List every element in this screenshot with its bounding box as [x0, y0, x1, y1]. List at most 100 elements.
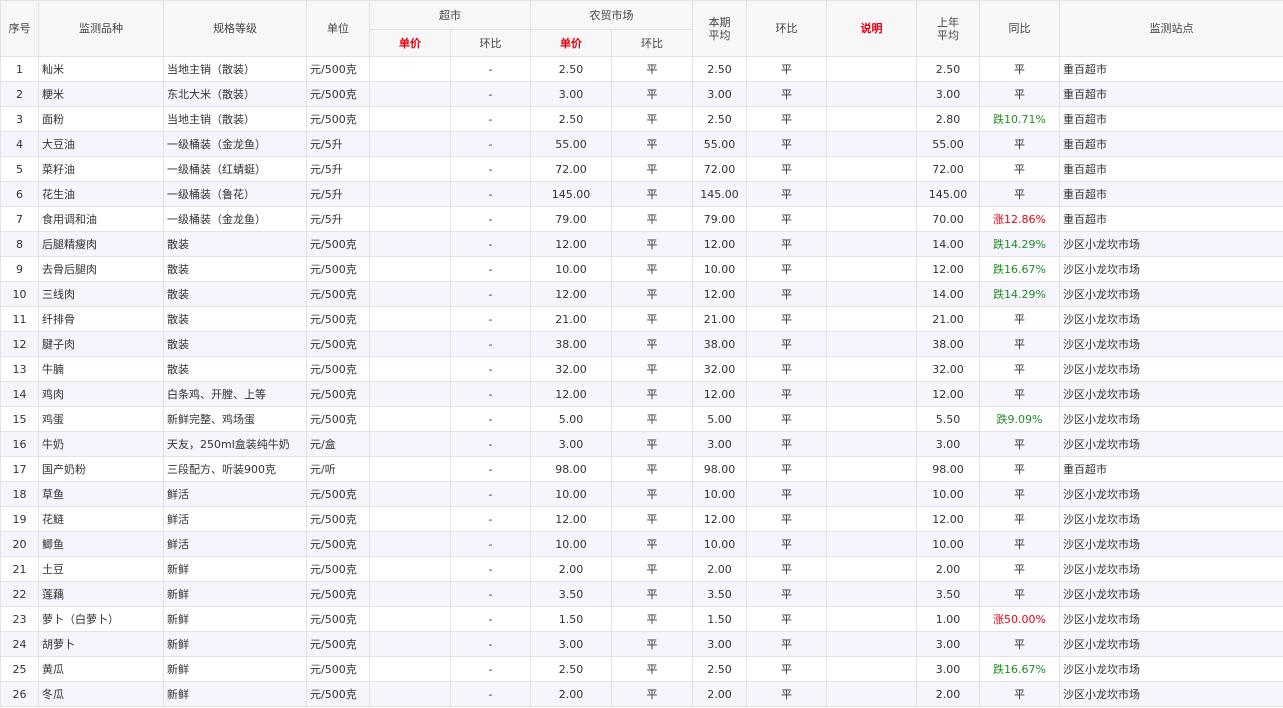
cell-last: 3.00	[916, 431, 980, 457]
cell-sm-price	[369, 331, 451, 357]
cell-yoy: 平	[979, 306, 1060, 332]
cell-spec: 新鲜	[163, 631, 307, 657]
cell-no: 3	[0, 106, 39, 132]
cell-station: 重百超市	[1059, 456, 1283, 482]
cell-sm-price	[369, 156, 451, 182]
cell-fm-price: 79.00	[530, 206, 612, 232]
cell-avg: 12.00	[692, 381, 747, 407]
cell-fm-price: 98.00	[530, 456, 612, 482]
cell-note	[826, 456, 917, 482]
cell-last: 3.00	[916, 631, 980, 657]
cell-no: 9	[0, 256, 39, 282]
cell-fm-mom: 平	[611, 356, 693, 382]
cell-avg-mom: 平	[746, 681, 827, 707]
cell-avg: 2.50	[692, 56, 747, 82]
cell-avg-mom: 平	[746, 381, 827, 407]
cell-unit: 元/500克	[306, 581, 370, 607]
cell-spec: 散装	[163, 281, 307, 307]
cell-no: 11	[0, 306, 39, 332]
cell-note	[826, 506, 917, 532]
cell-note	[826, 681, 917, 707]
cell-avg: 3.00	[692, 431, 747, 457]
cell-fm-price: 12.00	[530, 281, 612, 307]
cell-yoy: 平	[979, 156, 1060, 182]
cell-no: 21	[0, 556, 39, 582]
cell-no: 7	[0, 206, 39, 232]
cell-fm-mom: 平	[611, 581, 693, 607]
cell-station: 沙区小龙坎市场	[1059, 281, 1283, 307]
cell-yoy: 跌14.29%	[979, 231, 1060, 257]
cell-item: 后腿精瘦肉	[38, 231, 164, 257]
cell-item: 胡萝卜	[38, 631, 164, 657]
cell-fm-mom: 平	[611, 556, 693, 582]
cell-unit: 元/500克	[306, 506, 370, 532]
cell-yoy: 平	[979, 631, 1060, 657]
cell-no: 8	[0, 231, 39, 257]
cell-sm-price	[369, 206, 451, 232]
cell-last: 12.00	[916, 256, 980, 282]
cell-note	[826, 256, 917, 282]
cell-spec: 鲜活	[163, 531, 307, 557]
cell-fm-price: 10.00	[530, 531, 612, 557]
cell-station: 重百超市	[1059, 56, 1283, 82]
cell-fm-mom: 平	[611, 156, 693, 182]
cell-sm-price	[369, 131, 451, 157]
cell-spec: 白条鸡、开膛、上等	[163, 381, 307, 407]
cell-avg-mom: 平	[746, 56, 827, 82]
table-row: 9 去骨后腿肉 散装 元/500克 -10.00 平 10.00 平 12.00 跌16.67% 沙…	[0, 256, 1283, 282]
cell-no: 1	[0, 56, 39, 82]
table-row: 7 食用调和油 一级桶装（金龙鱼） 元/5升 -79.00 平 79.00 平 70.00 涨12…	[0, 206, 1283, 232]
cell-no: 10	[0, 281, 39, 307]
cell-unit: 元/500克	[306, 281, 370, 307]
cell-sm-mom: -	[450, 356, 531, 382]
cell-note	[826, 56, 917, 82]
cell-no: 22	[0, 581, 39, 607]
cell-item: 菜籽油	[38, 156, 164, 182]
cell-station: 沙区小龙坎市场	[1059, 306, 1283, 332]
table-row: 16 牛奶 天友，250ml盒装纯牛奶 元/盒 -3.00 平 3.00 平 3.00 平沙区小龙…	[0, 431, 1283, 457]
cell-yoy: 平	[979, 481, 1060, 507]
cell-note	[826, 306, 917, 332]
cell-item: 牛奶	[38, 431, 164, 457]
cell-station: 重百超市	[1059, 81, 1283, 107]
cell-sm-mom: -	[450, 456, 531, 482]
cell-last: 38.00	[916, 331, 980, 357]
cell-avg-mom: 平	[746, 156, 827, 182]
cell-note	[826, 606, 917, 632]
cell-sm-price	[369, 506, 451, 532]
cell-note	[826, 281, 917, 307]
table-row: 12 腱子肉 散装 元/500克 -38.00 平 38.00 平 38.00 平沙区小龙坎市场	[0, 331, 1283, 357]
cell-spec: 散装	[163, 231, 307, 257]
cell-unit: 元/500克	[306, 681, 370, 707]
table-row: 1 籼米 当地主销（散装） 元/500克 -2.50 平 2.50 平 2.50 平重百超市	[0, 56, 1283, 82]
cell-sm-mom: -	[450, 656, 531, 682]
cell-fm-mom: 平	[611, 531, 693, 557]
cell-item: 草鱼	[38, 481, 164, 507]
cell-station: 沙区小龙坎市场	[1059, 331, 1283, 357]
cell-last: 2.00	[916, 681, 980, 707]
table-row: 25 黄瓜 新鲜 元/500克 -2.50 平 2.50 平 3.00 跌16.67% 沙区小龙坎市…	[0, 656, 1283, 682]
cell-station: 重百超市	[1059, 181, 1283, 207]
cell-sm-price	[369, 81, 451, 107]
cell-last: 2.00	[916, 556, 980, 582]
cell-yoy: 跌14.29%	[979, 281, 1060, 307]
cell-unit: 元/500克	[306, 556, 370, 582]
cell-fm-mom: 平	[611, 481, 693, 507]
cell-station: 沙区小龙坎市场	[1059, 656, 1283, 682]
cell-station: 沙区小龙坎市场	[1059, 581, 1283, 607]
cell-note	[826, 381, 917, 407]
cell-unit: 元/5升	[306, 206, 370, 232]
table-row: 10 三线肉 散装 元/500克 -12.00 平 12.00 平 14.00 跌14.29% 沙区…	[0, 281, 1283, 307]
cell-no: 19	[0, 506, 39, 532]
cell-avg-mom: 平	[746, 431, 827, 457]
cell-item: 冬瓜	[38, 681, 164, 707]
cell-sm-mom: -	[450, 256, 531, 282]
cell-no: 5	[0, 156, 39, 182]
cell-fm-mom: 平	[611, 331, 693, 357]
cell-sm-price	[369, 581, 451, 607]
cell-avg: 2.50	[692, 106, 747, 132]
cell-fm-mom: 平	[611, 81, 693, 107]
cell-no: 24	[0, 631, 39, 657]
table-row: 11 纤排骨 散装 元/500克 -21.00 平 21.00 平 21.00 平沙区小龙坎市场	[0, 306, 1283, 332]
cell-last: 72.00	[916, 156, 980, 182]
